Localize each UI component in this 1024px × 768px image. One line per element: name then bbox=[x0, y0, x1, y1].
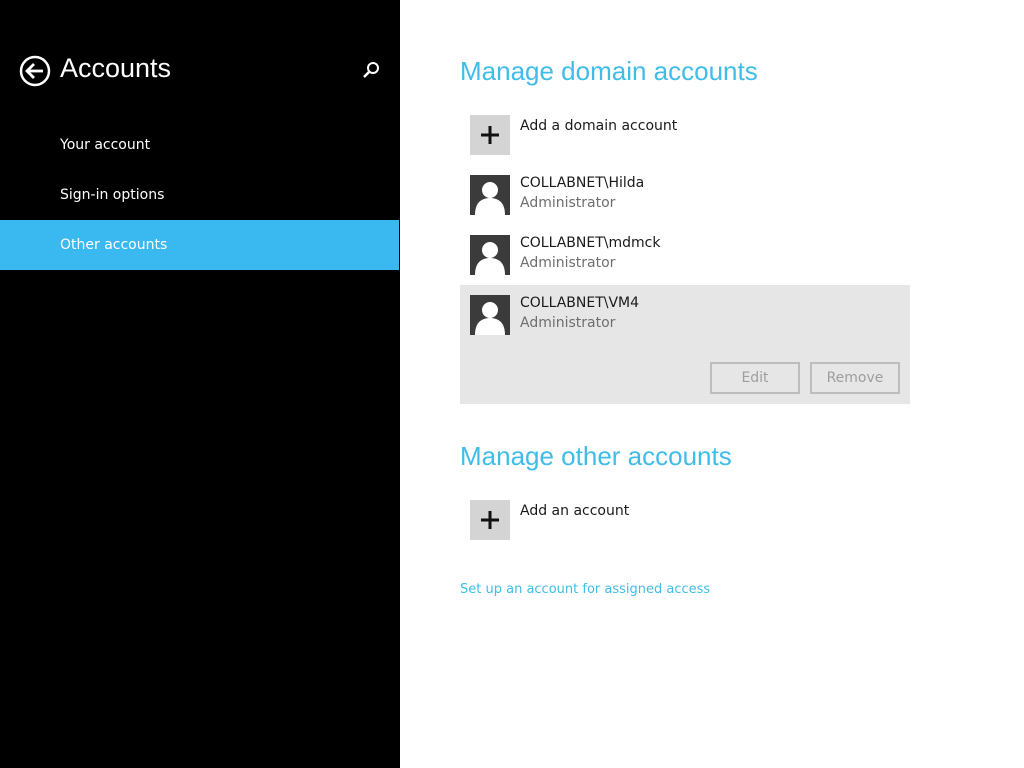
back-arrow-icon bbox=[19, 55, 51, 87]
user-avatar-icon bbox=[470, 175, 510, 215]
add-account-label: Add an account bbox=[520, 503, 630, 519]
account-name: COLLABNET\mdmck bbox=[520, 235, 661, 251]
account-name: COLLABNET\VM4 bbox=[520, 295, 640, 311]
search-icon bbox=[363, 62, 379, 78]
search-button[interactable] bbox=[359, 59, 383, 83]
sidebar-item-your-account[interactable]: Your account bbox=[0, 120, 399, 170]
account-item-hilda[interactable]: COLLABNET\Hilda Administrator bbox=[460, 165, 910, 225]
page-title: Accounts bbox=[60, 53, 172, 83]
account-item-mdmck[interactable]: COLLABNET\mdmck Administrator bbox=[460, 225, 910, 285]
domain-accounts-heading: Manage domain accounts bbox=[460, 56, 758, 86]
account-role: Administrator bbox=[520, 315, 616, 331]
edit-button[interactable]: Edit bbox=[710, 362, 800, 394]
other-accounts-heading: Manage other accounts bbox=[460, 441, 732, 471]
main-content: Manage domain accounts Add a domain acco… bbox=[400, 0, 1024, 768]
sidebar-item-other-accounts[interactable]: Other accounts bbox=[0, 220, 399, 270]
user-avatar-icon bbox=[470, 295, 510, 335]
remove-button[interactable]: Remove bbox=[810, 362, 900, 394]
account-role: Administrator bbox=[520, 195, 616, 211]
user-avatar-icon bbox=[470, 235, 510, 275]
sidebar: Accounts Your account Sign-in options Ot… bbox=[0, 0, 400, 768]
sidebar-item-sign-in-options[interactable]: Sign-in options bbox=[0, 170, 399, 220]
account-item-vm4[interactable]: COLLABNET\VM4 Administrator Edit Remove bbox=[460, 285, 910, 404]
add-domain-account-label: Add a domain account bbox=[520, 118, 678, 134]
plus-icon bbox=[470, 500, 510, 540]
account-name: COLLABNET\Hilda bbox=[520, 175, 645, 191]
plus-icon bbox=[470, 115, 510, 155]
back-button[interactable] bbox=[19, 55, 51, 87]
account-role: Administrator bbox=[520, 255, 616, 271]
assigned-access-link[interactable]: Set up an account for assigned access bbox=[460, 582, 710, 597]
